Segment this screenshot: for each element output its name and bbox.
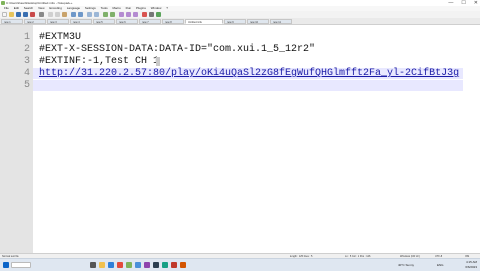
zoom-out-icon[interactable]: [110, 12, 115, 17]
save-all-icon[interactable]: [23, 12, 28, 17]
task-view-icon[interactable]: [90, 262, 96, 268]
replace-icon[interactable]: [94, 12, 99, 17]
new-file-icon[interactable]: [2, 12, 7, 17]
start-icon[interactable]: [3, 262, 9, 268]
app-icon[interactable]: [162, 262, 168, 268]
show-all-characters-icon[interactable]: [133, 12, 138, 17]
word-wrap-icon[interactable]: [126, 12, 131, 17]
edge-icon[interactable]: [108, 262, 114, 268]
menu-tools[interactable]: Tools: [101, 6, 108, 10]
tab-untitled-m3u[interactable]: Untitled.m3u: [185, 19, 223, 24]
line-number: 5: [23, 80, 30, 91]
notepad-plus-plus-icon: [1, 1, 5, 5]
app-icon[interactable]: [171, 262, 177, 268]
weather-widget[interactable]: 40°C Sunny: [398, 259, 414, 271]
code-line[interactable]: #EXT-X-SESSION-DATA:DATA-ID="com.xui.1_5…: [39, 44, 315, 56]
app-icon[interactable]: [144, 262, 150, 268]
find-icon[interactable]: [87, 12, 92, 17]
menu-view[interactable]: View: [38, 6, 44, 10]
save-icon[interactable]: [16, 12, 21, 17]
clock[interactable]: 4:15 AM 6/6/2023: [465, 260, 477, 270]
print-icon[interactable]: [39, 12, 44, 17]
zoom-in-icon[interactable]: [103, 12, 108, 17]
paste-icon[interactable]: [62, 12, 67, 17]
undo-icon[interactable]: [71, 12, 76, 17]
line-number: 3: [23, 56, 30, 67]
menu-encoding[interactable]: Encoding: [49, 6, 62, 10]
current-line-highlight: [33, 80, 463, 91]
menu-settings[interactable]: Settings: [85, 6, 96, 10]
open-file-icon[interactable]: [9, 12, 14, 17]
tab-new-5[interactable]: new 5: [93, 19, 115, 24]
tab-new-4[interactable]: new 4: [70, 19, 92, 24]
redo-icon[interactable]: [78, 12, 83, 17]
sync-scroll-icon[interactable]: [119, 12, 124, 17]
app-icon[interactable]: [153, 262, 159, 268]
tab-new-8[interactable]: new 8: [162, 19, 184, 24]
menu-edit[interactable]: Edit: [14, 6, 19, 10]
language-indicator[interactable]: ENG: [437, 259, 444, 271]
record-macro-icon[interactable]: [142, 12, 147, 17]
tab-new-3[interactable]: new 3: [47, 19, 69, 24]
tab-new-9[interactable]: new 9: [224, 19, 246, 24]
app-icon[interactable]: [135, 262, 141, 268]
tab-bar: new 1 new 2 new 3 new 4 new 5 new 6 new …: [0, 18, 480, 25]
menu-run[interactable]: Run: [126, 6, 132, 10]
file-explorer-icon[interactable]: [99, 262, 105, 268]
play-macro-icon[interactable]: [156, 12, 161, 17]
menu-search[interactable]: Search: [24, 6, 34, 10]
stop-macro-icon[interactable]: [149, 12, 154, 17]
code-line-url[interactable]: http://31.220.2.57:80/play/oKi4uQaSl2zG8…: [39, 68, 459, 80]
menu-language[interactable]: Language: [67, 6, 80, 10]
tab-new-7[interactable]: new 7: [139, 19, 161, 24]
taskbar: 40°C Sunny ENG 4:15 AM 6/6/2023: [0, 258, 480, 271]
menu-file[interactable]: File: [4, 6, 9, 10]
tab-new-2[interactable]: new 2: [24, 19, 46, 24]
cut-icon[interactable]: [48, 12, 53, 17]
menu-plugins[interactable]: Plugins: [136, 6, 146, 10]
clock-date: 6/6/2023: [465, 265, 477, 269]
menu-help[interactable]: ?: [166, 6, 168, 10]
code-line[interactable]: #EXTM3U: [39, 32, 81, 44]
tab-new-1[interactable]: new 1: [1, 19, 23, 24]
line-number: 4: [23, 68, 30, 79]
notepad-plus-plus-taskbar-icon[interactable]: [126, 262, 132, 268]
menu-macro[interactable]: Macro: [112, 6, 120, 10]
line-number: 2: [23, 44, 30, 55]
menu-window[interactable]: Window: [151, 6, 162, 10]
code-line[interactable]: #EXTINF:-1,Test CH 1: [39, 56, 159, 68]
tab-new-10[interactable]: new 10: [247, 19, 269, 24]
line-number-gutter: 1 2 3 4 5: [0, 25, 33, 253]
copy-icon[interactable]: [55, 12, 60, 17]
app-icon[interactable]: [180, 262, 186, 268]
tab-new-6[interactable]: new 6: [116, 19, 138, 24]
tab-new-11[interactable]: new 11: [270, 19, 292, 24]
text-cursor: [156, 57, 160, 66]
line-number: 1: [23, 32, 30, 43]
chrome-icon[interactable]: [117, 262, 123, 268]
close-file-icon[interactable]: [30, 12, 35, 17]
search-icon[interactable]: [11, 262, 31, 268]
